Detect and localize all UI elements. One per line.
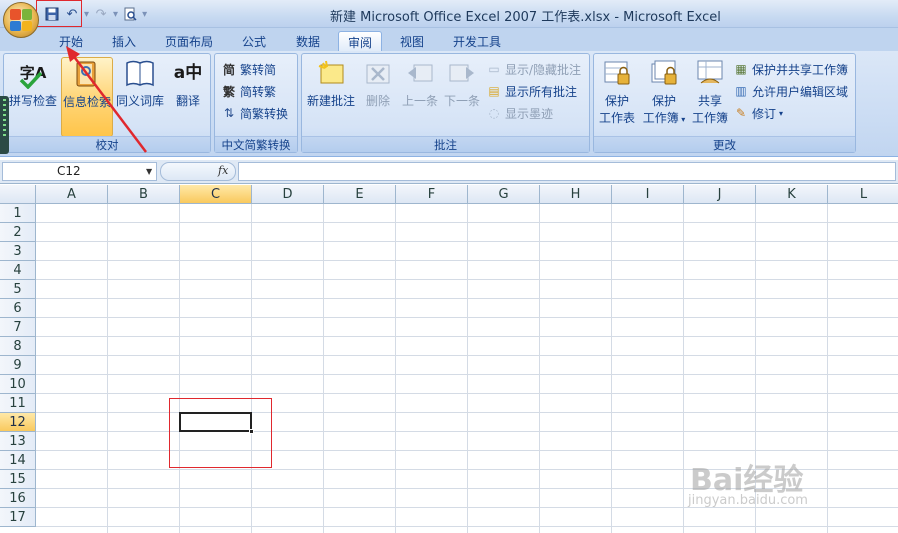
watermark-url: jingyan.baidu.com [688, 493, 808, 508]
office-button[interactable] [3, 2, 39, 38]
office-logo-icon [10, 9, 32, 31]
annotation-arrow [66, 46, 147, 153]
